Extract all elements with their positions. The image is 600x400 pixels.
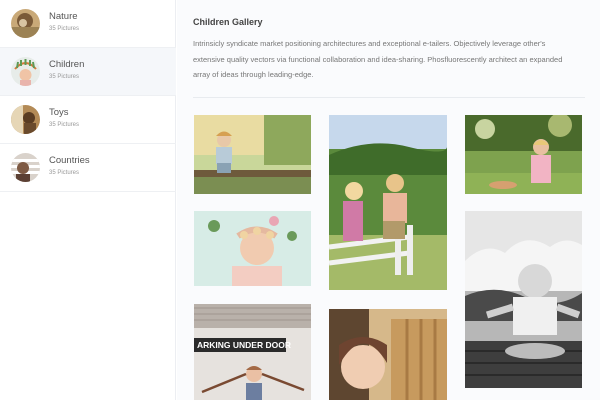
album-name: Children: [49, 59, 85, 70]
toys-thumb-icon: [11, 105, 40, 134]
album-name: Countries: [49, 155, 90, 166]
children-thumb-icon: [11, 57, 40, 86]
album-name: Toys: [49, 107, 69, 118]
album-item-toys[interactable]: Toys 35 Pictures: [0, 96, 176, 144]
nature-thumb-icon: [11, 9, 40, 38]
photo-girl-with-camera[interactable]: [465, 115, 582, 194]
photo-baby-with-flowers[interactable]: [194, 211, 311, 286]
album-item-children[interactable]: Children 35 Pictures: [0, 48, 176, 96]
album-count: 35 Pictures: [49, 26, 80, 32]
gallery-description: Intrinsicly syndicate market positioning…: [193, 39, 563, 79]
photo-kids-on-fence[interactable]: [329, 115, 447, 290]
header-divider: [193, 97, 585, 98]
photo-boy-on-bench[interactable]: [194, 115, 311, 194]
album-item-nature[interactable]: Nature 35 Pictures: [0, 0, 176, 48]
album-name: Nature: [49, 11, 78, 22]
album-count: 35 Pictures: [49, 122, 80, 128]
gallery-panel: Children Gallery Intrinsicly syndicate m…: [177, 0, 600, 400]
album-count: 35 Pictures: [49, 170, 80, 176]
photo-girl-reading[interactable]: [329, 309, 447, 400]
album-count: 35 Pictures: [49, 74, 80, 80]
gallery-title: Children Gallery: [193, 17, 263, 27]
sign-text: ARKING UNDER DOOR: [197, 340, 291, 350]
album-item-countries[interactable]: Countries 35 Pictures: [0, 144, 176, 192]
album-sidebar: Nature 35 Pictures Children 35 Pictures …: [0, 0, 176, 400]
countries-thumb-icon: [11, 153, 40, 182]
photo-baby-on-dock[interactable]: [465, 211, 582, 388]
photo-girl-with-sign[interactable]: ARKING UNDER DOOR: [194, 304, 311, 400]
